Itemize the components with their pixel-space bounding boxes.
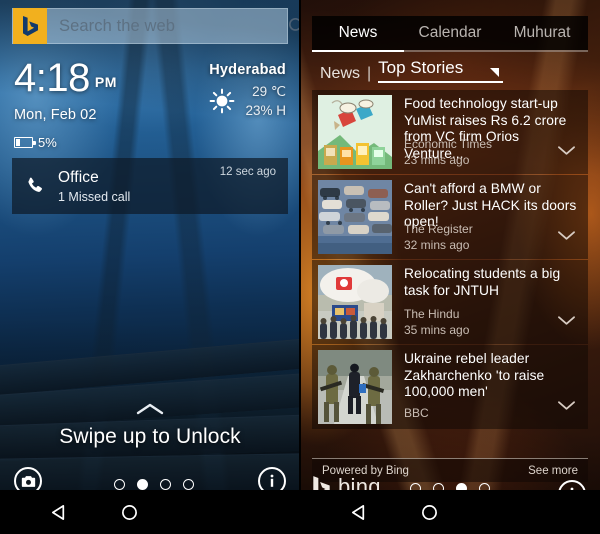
breadcrumb: News | Top Stories xyxy=(320,58,504,83)
story-meta: Economic Times 23 mins ago xyxy=(404,137,492,167)
notification-subtitle: 1 Missed call xyxy=(58,189,131,204)
sun-icon xyxy=(209,88,235,114)
bing-logo-icon xyxy=(13,8,47,44)
lockscreen-clock: 4:18 PM Mon, Feb 02 5% xyxy=(14,58,117,150)
story-thumbnail xyxy=(318,265,392,339)
story-source: BBC xyxy=(404,406,429,420)
unlock-hint-text: Swipe up to Unlock xyxy=(59,425,241,448)
tab-news[interactable]: News xyxy=(312,16,404,50)
battery-percent: 5% xyxy=(38,135,57,150)
tab-calendar[interactable]: Calendar xyxy=(404,16,496,50)
weather-humidity: 23% H xyxy=(245,103,286,118)
story-source: The Hindu xyxy=(404,307,460,321)
tab-bar: News Calendar Muhurat xyxy=(312,16,588,50)
back-icon[interactable] xyxy=(324,503,394,522)
expand-chevron-icon[interactable] xyxy=(557,313,576,331)
android-navbar-left xyxy=(0,490,300,534)
breadcrumb-root[interactable]: News xyxy=(320,65,360,83)
weather-values: 29 ℃ 23% H xyxy=(245,84,286,118)
story-age: 35 mins ago xyxy=(404,323,470,337)
story-meta: The Register 32 mins ago xyxy=(404,222,473,252)
category-dropdown-label: Top Stories xyxy=(378,58,464,77)
battery-status: 5% xyxy=(14,135,117,150)
story-headline: Relocating students a big task for JNTUH xyxy=(404,266,561,298)
news-feed[interactable]: Food technology start-up YuMist raises R… xyxy=(312,90,588,458)
notification-card-missed-call[interactable]: Office 1 Missed call 12 sec ago xyxy=(12,158,288,214)
list-item[interactable]: Relocating students a big task for JNTUH… xyxy=(312,260,588,344)
tab-underline xyxy=(312,50,588,52)
notification-text: Office 1 Missed call xyxy=(58,169,220,204)
expand-chevron-icon[interactable] xyxy=(557,398,576,416)
story-source: Economic Times xyxy=(404,137,493,151)
story-thumbnail xyxy=(318,95,392,169)
clock-date: Mon, Feb 02 xyxy=(14,107,97,123)
story-headline: Ukraine rebel leader Zakharchenko 'to ra… xyxy=(404,351,545,399)
clock-meridiem: PM xyxy=(94,74,117,90)
story-age: 23 mins ago xyxy=(404,153,470,167)
left-phone-lockscreen: 4:18PM Mon, Feb 02 5% Hyderabad xyxy=(0,0,300,534)
weather-detail-row: 29 ℃ 23% H xyxy=(209,84,286,118)
page-dot[interactable] xyxy=(183,479,194,490)
clock-time: 4:18 xyxy=(14,56,90,100)
chevron-down-icon xyxy=(490,68,500,77)
story-thumbnail xyxy=(318,180,392,254)
battery-icon xyxy=(14,137,36,148)
story-body: Relocating students a big task for JNTUH… xyxy=(392,265,582,339)
dual-phone-screenshot: 4:18PM Mon, Feb 02 5% Hyderabad xyxy=(0,0,600,534)
story-age: 32 mins ago xyxy=(404,238,470,252)
weather-widget[interactable]: Hyderabad 29 ℃ 23% H xyxy=(209,62,286,118)
home-icon[interactable] xyxy=(94,504,164,521)
weather-city: Hyderabad xyxy=(209,62,286,78)
panel-divider xyxy=(299,0,301,534)
android-navbar-right xyxy=(300,490,600,534)
breadcrumb-separator: | xyxy=(367,65,372,82)
chevron-up-icon[interactable] xyxy=(135,402,165,421)
back-icon[interactable] xyxy=(24,503,94,522)
search-input[interactable] xyxy=(47,16,287,36)
page-dot[interactable] xyxy=(160,479,171,490)
right-phone-bing-news: News Calendar Muhurat News | Top Stories xyxy=(300,0,600,534)
category-dropdown[interactable]: Top Stories xyxy=(378,58,504,83)
tab-muhurat[interactable]: Muhurat xyxy=(496,16,588,50)
list-item[interactable]: Food technology start-up YuMist raises R… xyxy=(312,90,588,174)
bing-search-bar[interactable] xyxy=(12,8,300,44)
list-item[interactable]: Ukraine rebel leader Zakharchenko 'to ra… xyxy=(312,345,588,429)
page-indicator-left[interactable] xyxy=(0,479,300,490)
story-body: Can't afford a BMW or Roller? Just HACK … xyxy=(392,180,582,254)
story-thumbnail xyxy=(318,350,392,424)
phone-icon xyxy=(24,175,58,197)
story-source: The Register xyxy=(404,222,473,236)
page-dot[interactable] xyxy=(114,479,125,490)
home-icon[interactable] xyxy=(394,504,464,521)
story-body: Ukraine rebel leader Zakharchenko 'to ra… xyxy=(392,350,582,424)
story-body: Food technology start-up YuMist raises R… xyxy=(392,95,582,169)
story-meta: BBC xyxy=(404,406,429,422)
story-meta: The Hindu 35 mins ago xyxy=(404,307,469,337)
notification-time: 12 sec ago xyxy=(219,166,276,178)
list-item[interactable]: Can't afford a BMW or Roller? Just HACK … xyxy=(312,175,588,259)
expand-chevron-icon[interactable] xyxy=(557,143,576,161)
notification-title: Office xyxy=(58,168,99,186)
page-dot-active[interactable] xyxy=(137,479,148,490)
expand-chevron-icon[interactable] xyxy=(557,228,576,246)
clock-time-row: 4:18 PM xyxy=(14,58,117,98)
weather-temperature: 29 ℃ xyxy=(252,84,286,99)
